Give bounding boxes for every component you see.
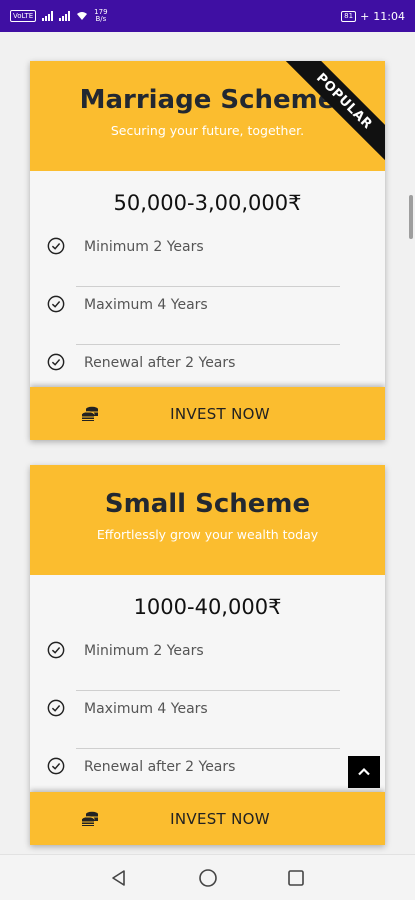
- feature-item: Maximum 4 Years: [30, 287, 385, 345]
- scheme-list[interactable]: Marriage Scheme Securing your future, to…: [0, 32, 415, 854]
- scheme-card-marriage: Marriage Scheme Securing your future, to…: [30, 61, 385, 440]
- network-speed: 179 B/s: [94, 9, 107, 23]
- popular-ribbon-label: POPULAR: [282, 61, 385, 164]
- check-circle-icon: [47, 757, 65, 775]
- price-range: 50,000-3,00,000₹: [113, 191, 302, 215]
- check-circle-icon: [47, 699, 65, 717]
- feature-label: Minimum 2 Years: [84, 643, 204, 659]
- signal-icon-2: [59, 11, 71, 21]
- price-range: 1000-40,000₹: [133, 595, 282, 619]
- card-header: Small Scheme Effortlessly grow your weal…: [30, 465, 385, 575]
- card-title: Small Scheme: [104, 489, 311, 519]
- square-recent-icon[interactable]: [286, 868, 306, 888]
- invest-now-label: INVEST NOW: [170, 404, 270, 423]
- charging-icon: +: [360, 9, 370, 23]
- scheme-card-small: Small Scheme Effortlessly grow your weal…: [30, 465, 385, 845]
- scrollbar-thumb[interactable]: [409, 195, 413, 239]
- invest-now-button[interactable]: INVEST NOW: [30, 792, 385, 845]
- feature-item: Maximum 4 Years: [30, 691, 385, 749]
- feature-label: Renewal after 2 Years: [84, 759, 236, 775]
- feature-item: Minimum 2 Years: [30, 633, 385, 691]
- feature-label: Maximum 4 Years: [84, 701, 208, 717]
- battery-icon: 81: [341, 10, 357, 22]
- status-right: 81 + 11:04: [341, 10, 405, 23]
- signal-icon: [42, 11, 54, 21]
- chevron-up-icon: [358, 767, 370, 776]
- status-bar: VoLTE 179 B/s 81 + 11:04: [0, 0, 415, 32]
- wifi-icon: [77, 12, 88, 20]
- invest-now-button[interactable]: INVEST NOW: [30, 387, 385, 440]
- feature-label: Minimum 2 Years: [84, 239, 204, 255]
- back-to-top-button[interactable]: [348, 756, 380, 788]
- volte-badge: VoLTE: [10, 10, 37, 22]
- card-header: Marriage Scheme Securing your future, to…: [30, 61, 385, 171]
- popular-ribbon: POPULAR: [275, 61, 385, 171]
- check-circle-icon: [47, 237, 65, 255]
- status-left: VoLTE 179 B/s: [10, 9, 108, 23]
- feature-label: Maximum 4 Years: [84, 297, 208, 313]
- feature-label: Renewal after 2 Years: [84, 355, 236, 371]
- triangle-back-icon[interactable]: [109, 868, 129, 888]
- check-circle-icon: [47, 353, 65, 371]
- card-subtitle: Effortlessly grow your wealth today: [96, 527, 319, 542]
- circle-home-icon[interactable]: [198, 868, 218, 888]
- status-time: 11:04: [373, 9, 405, 23]
- check-circle-icon: [47, 641, 65, 659]
- check-circle-icon: [47, 295, 65, 313]
- system-nav-bar: [0, 854, 415, 900]
- invest-now-label: INVEST NOW: [170, 809, 270, 828]
- network-speed-unit: B/s: [95, 15, 107, 23]
- feature-item: Minimum 2 Years: [30, 229, 385, 287]
